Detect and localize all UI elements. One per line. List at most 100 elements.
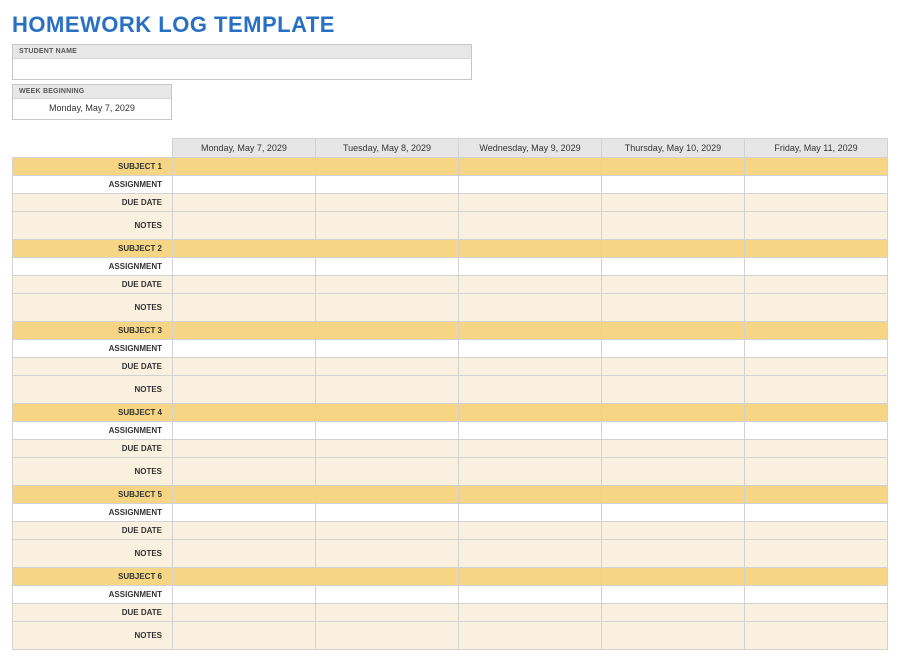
assignment-cell[interactable] bbox=[316, 504, 459, 522]
notes-cell[interactable] bbox=[173, 622, 316, 650]
notes-cell[interactable] bbox=[459, 212, 602, 240]
due-date-cell[interactable] bbox=[602, 194, 745, 212]
subject-cell[interactable] bbox=[173, 158, 316, 176]
assignment-cell[interactable] bbox=[745, 422, 888, 440]
assignment-cell[interactable] bbox=[745, 340, 888, 358]
subject-cell[interactable] bbox=[316, 158, 459, 176]
due-date-cell[interactable] bbox=[602, 522, 745, 540]
notes-cell[interactable] bbox=[602, 458, 745, 486]
student-name-input[interactable] bbox=[13, 59, 471, 79]
due-date-cell[interactable] bbox=[745, 358, 888, 376]
notes-cell[interactable] bbox=[173, 212, 316, 240]
due-date-cell[interactable] bbox=[173, 194, 316, 212]
subject-cell[interactable] bbox=[173, 240, 316, 258]
assignment-cell[interactable] bbox=[459, 504, 602, 522]
assignment-cell[interactable] bbox=[173, 422, 316, 440]
subject-cell[interactable] bbox=[459, 240, 602, 258]
assignment-cell[interactable] bbox=[602, 258, 745, 276]
due-date-cell[interactable] bbox=[459, 358, 602, 376]
subject-cell[interactable] bbox=[745, 404, 888, 422]
due-date-cell[interactable] bbox=[459, 522, 602, 540]
assignment-cell[interactable] bbox=[459, 422, 602, 440]
subject-cell[interactable] bbox=[459, 322, 602, 340]
subject-cell[interactable] bbox=[173, 404, 316, 422]
notes-cell[interactable] bbox=[602, 212, 745, 240]
notes-cell[interactable] bbox=[316, 376, 459, 404]
subject-cell[interactable] bbox=[602, 404, 745, 422]
notes-cell[interactable] bbox=[173, 376, 316, 404]
due-date-cell[interactable] bbox=[602, 358, 745, 376]
notes-cell[interactable] bbox=[316, 294, 459, 322]
due-date-cell[interactable] bbox=[316, 358, 459, 376]
subject-cell[interactable] bbox=[316, 486, 459, 504]
due-date-cell[interactable] bbox=[173, 358, 316, 376]
subject-cell[interactable] bbox=[316, 240, 459, 258]
assignment-cell[interactable] bbox=[316, 340, 459, 358]
notes-cell[interactable] bbox=[173, 458, 316, 486]
subject-cell[interactable] bbox=[602, 240, 745, 258]
notes-cell[interactable] bbox=[316, 540, 459, 568]
assignment-cell[interactable] bbox=[173, 258, 316, 276]
due-date-cell[interactable] bbox=[602, 440, 745, 458]
notes-cell[interactable] bbox=[459, 294, 602, 322]
notes-cell[interactable] bbox=[602, 294, 745, 322]
notes-cell[interactable] bbox=[745, 622, 888, 650]
assignment-cell[interactable] bbox=[459, 340, 602, 358]
subject-cell[interactable] bbox=[459, 486, 602, 504]
notes-cell[interactable] bbox=[602, 540, 745, 568]
notes-cell[interactable] bbox=[745, 212, 888, 240]
subject-cell[interactable] bbox=[316, 568, 459, 586]
due-date-cell[interactable] bbox=[316, 194, 459, 212]
notes-cell[interactable] bbox=[316, 212, 459, 240]
assignment-cell[interactable] bbox=[459, 586, 602, 604]
notes-cell[interactable] bbox=[602, 622, 745, 650]
assignment-cell[interactable] bbox=[459, 176, 602, 194]
subject-cell[interactable] bbox=[316, 322, 459, 340]
due-date-cell[interactable] bbox=[316, 276, 459, 294]
due-date-cell[interactable] bbox=[745, 522, 888, 540]
subject-cell[interactable] bbox=[173, 486, 316, 504]
assignment-cell[interactable] bbox=[316, 176, 459, 194]
assignment-cell[interactable] bbox=[745, 176, 888, 194]
subject-cell[interactable] bbox=[745, 322, 888, 340]
subject-cell[interactable] bbox=[745, 240, 888, 258]
subject-cell[interactable] bbox=[459, 404, 602, 422]
subject-cell[interactable] bbox=[602, 158, 745, 176]
due-date-cell[interactable] bbox=[459, 194, 602, 212]
assignment-cell[interactable] bbox=[745, 586, 888, 604]
due-date-cell[interactable] bbox=[745, 276, 888, 294]
subject-cell[interactable] bbox=[602, 486, 745, 504]
week-beginning-input[interactable]: Monday, May 7, 2029 bbox=[13, 99, 171, 119]
subject-cell[interactable] bbox=[745, 486, 888, 504]
assignment-cell[interactable] bbox=[745, 504, 888, 522]
notes-cell[interactable] bbox=[745, 458, 888, 486]
notes-cell[interactable] bbox=[745, 294, 888, 322]
notes-cell[interactable] bbox=[745, 540, 888, 568]
assignment-cell[interactable] bbox=[173, 340, 316, 358]
notes-cell[interactable] bbox=[459, 540, 602, 568]
notes-cell[interactable] bbox=[173, 540, 316, 568]
due-date-cell[interactable] bbox=[173, 276, 316, 294]
notes-cell[interactable] bbox=[316, 622, 459, 650]
notes-cell[interactable] bbox=[459, 622, 602, 650]
due-date-cell[interactable] bbox=[316, 522, 459, 540]
subject-cell[interactable] bbox=[173, 568, 316, 586]
subject-cell[interactable] bbox=[173, 322, 316, 340]
subject-cell[interactable] bbox=[602, 568, 745, 586]
due-date-cell[interactable] bbox=[745, 194, 888, 212]
assignment-cell[interactable] bbox=[173, 176, 316, 194]
notes-cell[interactable] bbox=[459, 376, 602, 404]
assignment-cell[interactable] bbox=[316, 586, 459, 604]
due-date-cell[interactable] bbox=[173, 522, 316, 540]
assignment-cell[interactable] bbox=[745, 258, 888, 276]
subject-cell[interactable] bbox=[459, 568, 602, 586]
assignment-cell[interactable] bbox=[602, 586, 745, 604]
due-date-cell[interactable] bbox=[602, 276, 745, 294]
due-date-cell[interactable] bbox=[459, 276, 602, 294]
assignment-cell[interactable] bbox=[602, 422, 745, 440]
notes-cell[interactable] bbox=[745, 376, 888, 404]
subject-cell[interactable] bbox=[745, 158, 888, 176]
assignment-cell[interactable] bbox=[602, 504, 745, 522]
assignment-cell[interactable] bbox=[602, 176, 745, 194]
subject-cell[interactable] bbox=[602, 322, 745, 340]
